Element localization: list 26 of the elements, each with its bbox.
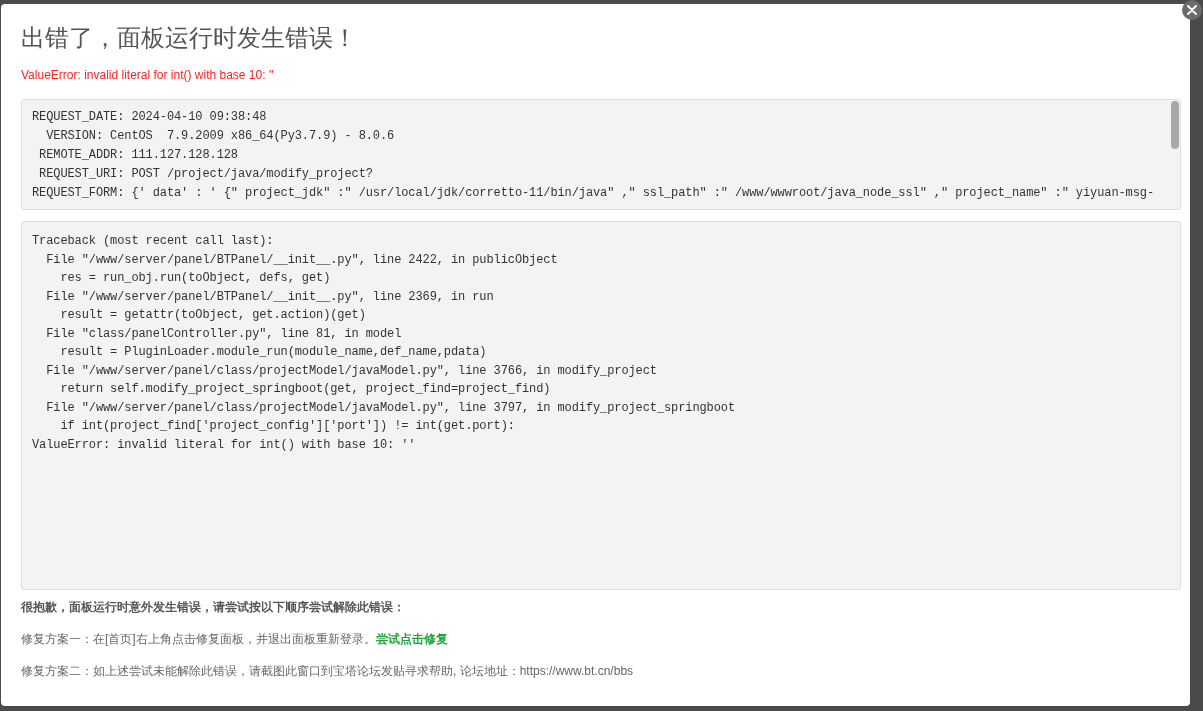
request-info-line: REQUEST_URI: POST /project/java/modify_project? xyxy=(38,166,374,183)
traceback-line: ValueError: invalid literal for int() with base 10: '' xyxy=(32,436,417,454)
traceback-line: File "class/panelController.py", line 81, in model xyxy=(45,325,403,343)
close-icon xyxy=(1187,5,1197,15)
traceback-line: File "/www/server/panel/class/projectModel/javaModel.py", line 3766, in modify_project xyxy=(45,362,658,380)
request-info-line: VERSION: CentOS 7.9.2009 x86_64(Py3.7.9) - 8.0.6 xyxy=(45,128,396,145)
traceback-line: result = getattr(toObject, get.action)(get) xyxy=(59,307,367,324)
traceback-line: if int(project_find['project_config']['port']) != int(get.port): xyxy=(59,418,516,435)
traceback-line: Traceback (most recent call last): xyxy=(32,233,275,250)
traceback-line: res = run_obj.run(toObject, defs, get) xyxy=(59,270,332,287)
traceback-line: File "/www/server/panel/BTPanel/__init__.py", line 2369, in run xyxy=(45,288,495,306)
request-info-line: REMOTE_ADDR: 111.127.128.128 xyxy=(38,147,239,164)
request-info-line: REQUEST_FORM: {' data' : ' {" project_jdk" :" /usr/local/jdk/corretto-11/bin/java" ," ssl_path" :" /www/wwwroot/java_node_ssl" ," project_name" :" yiyuan-msg- xyxy=(32,185,1155,202)
solution-text: 修复方案一：在[首页]右上角点击修复面板，并退出面板重新登录。尝试点击修复 xyxy=(21,631,449,648)
close-button[interactable] xyxy=(1182,0,1202,20)
help-heading: 很抱歉，面板运行时意外发生错误，请尝试按以下顺序尝试解除此错误： xyxy=(21,599,406,616)
solution-text: 修复方案二：如上述尝试未能解除此错误，请截图此窗口到宝塔论坛发贴寻求帮助, 论坛地址：https://www.bt.cn/bbs xyxy=(21,663,635,680)
request-info-line: REQUEST_DATE: 2024-04-10 09:38:48 xyxy=(32,109,268,126)
traceback-line: File "/www/server/panel/BTPanel/__init__.py", line 2422, in publicObject xyxy=(45,251,559,269)
traceback-line: result = PluginLoader.module_run(module_name,def_name,pdata) xyxy=(59,344,488,361)
traceback-line: return self.modify_project_springboot(get, project_find=project_find) xyxy=(59,381,552,398)
dialog-title: 出错了，面板运行时发生错误！ xyxy=(21,23,358,53)
error-message: ValueError: invalid literal for int() with base 10: '' xyxy=(21,67,275,84)
repair-link[interactable]: 尝试点击修复 xyxy=(375,632,448,646)
scrollbar-thumb[interactable] xyxy=(1171,101,1179,149)
traceback-line: File "/www/server/panel/class/projectModel/javaModel.py", line 3797, in modify_project_springboot xyxy=(45,399,737,417)
